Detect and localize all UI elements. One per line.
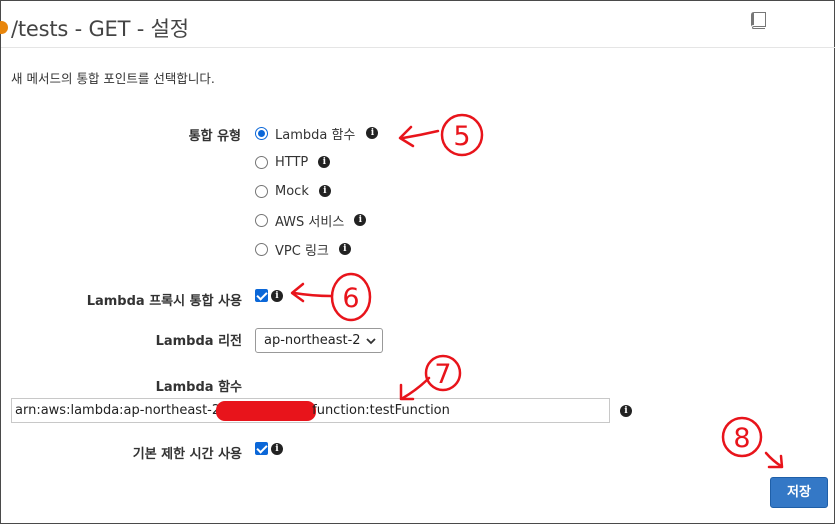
annotation-number-7: 7	[434, 359, 451, 390]
radio-lambda[interactable]: Lambda 함수 i	[255, 124, 379, 143]
radio-button[interactable]	[255, 242, 268, 256]
annotation-circle-6	[330, 272, 372, 322]
lambda-region-label: Lambda 리전	[155, 334, 242, 349]
annotation-arrow-5	[401, 129, 440, 140]
book-icon[interactable]	[750, 12, 768, 30]
lambda-function-label: Lambda 함수	[155, 380, 242, 395]
region-select[interactable]: ap-northeast-2	[255, 328, 383, 353]
info-icon[interactable]: i	[366, 127, 379, 139]
radio-aws-service[interactable]: AWS 서비스 i	[255, 211, 367, 230]
settings-panel: /tests - GET - 설정 새 메서드의 통합 포인트를 선택합니다. …	[0, 0, 835, 524]
radio-button[interactable]	[255, 213, 268, 227]
info-icon[interactable]: i	[354, 214, 367, 226]
info-icon[interactable]: i	[620, 405, 632, 417]
annotation-arrow-6	[292, 291, 333, 298]
radio-button[interactable]	[255, 184, 268, 198]
chevron-down-icon	[366, 338, 376, 345]
redaction-mark	[216, 400, 317, 421]
radio-vpc-link[interactable]: VPC 링크 i	[255, 240, 351, 259]
annotation-number-6: 6	[342, 283, 359, 314]
info-icon[interactable]: i	[318, 156, 331, 168]
method-status-dot	[0, 21, 8, 34]
default-timeout-checkbox[interactable]	[255, 442, 268, 455]
integration-type-label: 통합 유형	[188, 129, 241, 144]
info-icon[interactable]: i	[338, 243, 351, 255]
annotation-arrow-8	[764, 451, 783, 468]
lambda-proxy-checkbox[interactable]	[255, 289, 268, 302]
annotation-circle-8	[721, 416, 763, 458]
arn-suffix: function:testFunction	[312, 403, 450, 418]
page-title: /tests - GET - 설정	[11, 17, 189, 41]
radio-label: Mock	[275, 183, 309, 199]
radio-button[interactable]	[255, 126, 268, 140]
radio-label: HTTP	[275, 154, 309, 170]
annotation-number-8: 8	[733, 423, 750, 454]
default-timeout-label: 기본 제한 시간 사용	[132, 447, 242, 462]
annotation-circle-7	[424, 354, 462, 392]
info-icon[interactable]: i	[318, 185, 331, 197]
lambda-function-input[interactable]: arn:aws:lambda:ap-northeast-2 function:t…	[11, 398, 610, 423]
arn-prefix: arn:aws:lambda:ap-northeast-2	[15, 403, 221, 418]
lambda-proxy-label: Lambda 프록시 통합 사용	[86, 294, 242, 309]
radio-mock[interactable]: Mock i	[255, 182, 331, 200]
save-button[interactable]: 저장	[770, 477, 828, 508]
radio-label: Lambda 함수	[275, 127, 356, 143]
radio-label: AWS 서비스	[275, 214, 345, 230]
panel-header: /tests - GET - 설정	[0, 1, 835, 48]
page-description: 새 메서드의 통합 포인트를 선택합니다.	[11, 71, 215, 86]
region-select-value: ap-northeast-2	[264, 333, 361, 348]
info-icon[interactable]: i	[271, 443, 283, 455]
radio-button[interactable]	[255, 155, 268, 169]
radio-label: VPC 링크	[275, 243, 329, 259]
annotation-arrow-7	[401, 376, 431, 400]
annotation-number-5: 5	[453, 121, 470, 152]
radio-http[interactable]: HTTP i	[255, 153, 331, 171]
info-icon[interactable]: i	[271, 290, 283, 302]
annotation-circle-5	[440, 113, 484, 157]
